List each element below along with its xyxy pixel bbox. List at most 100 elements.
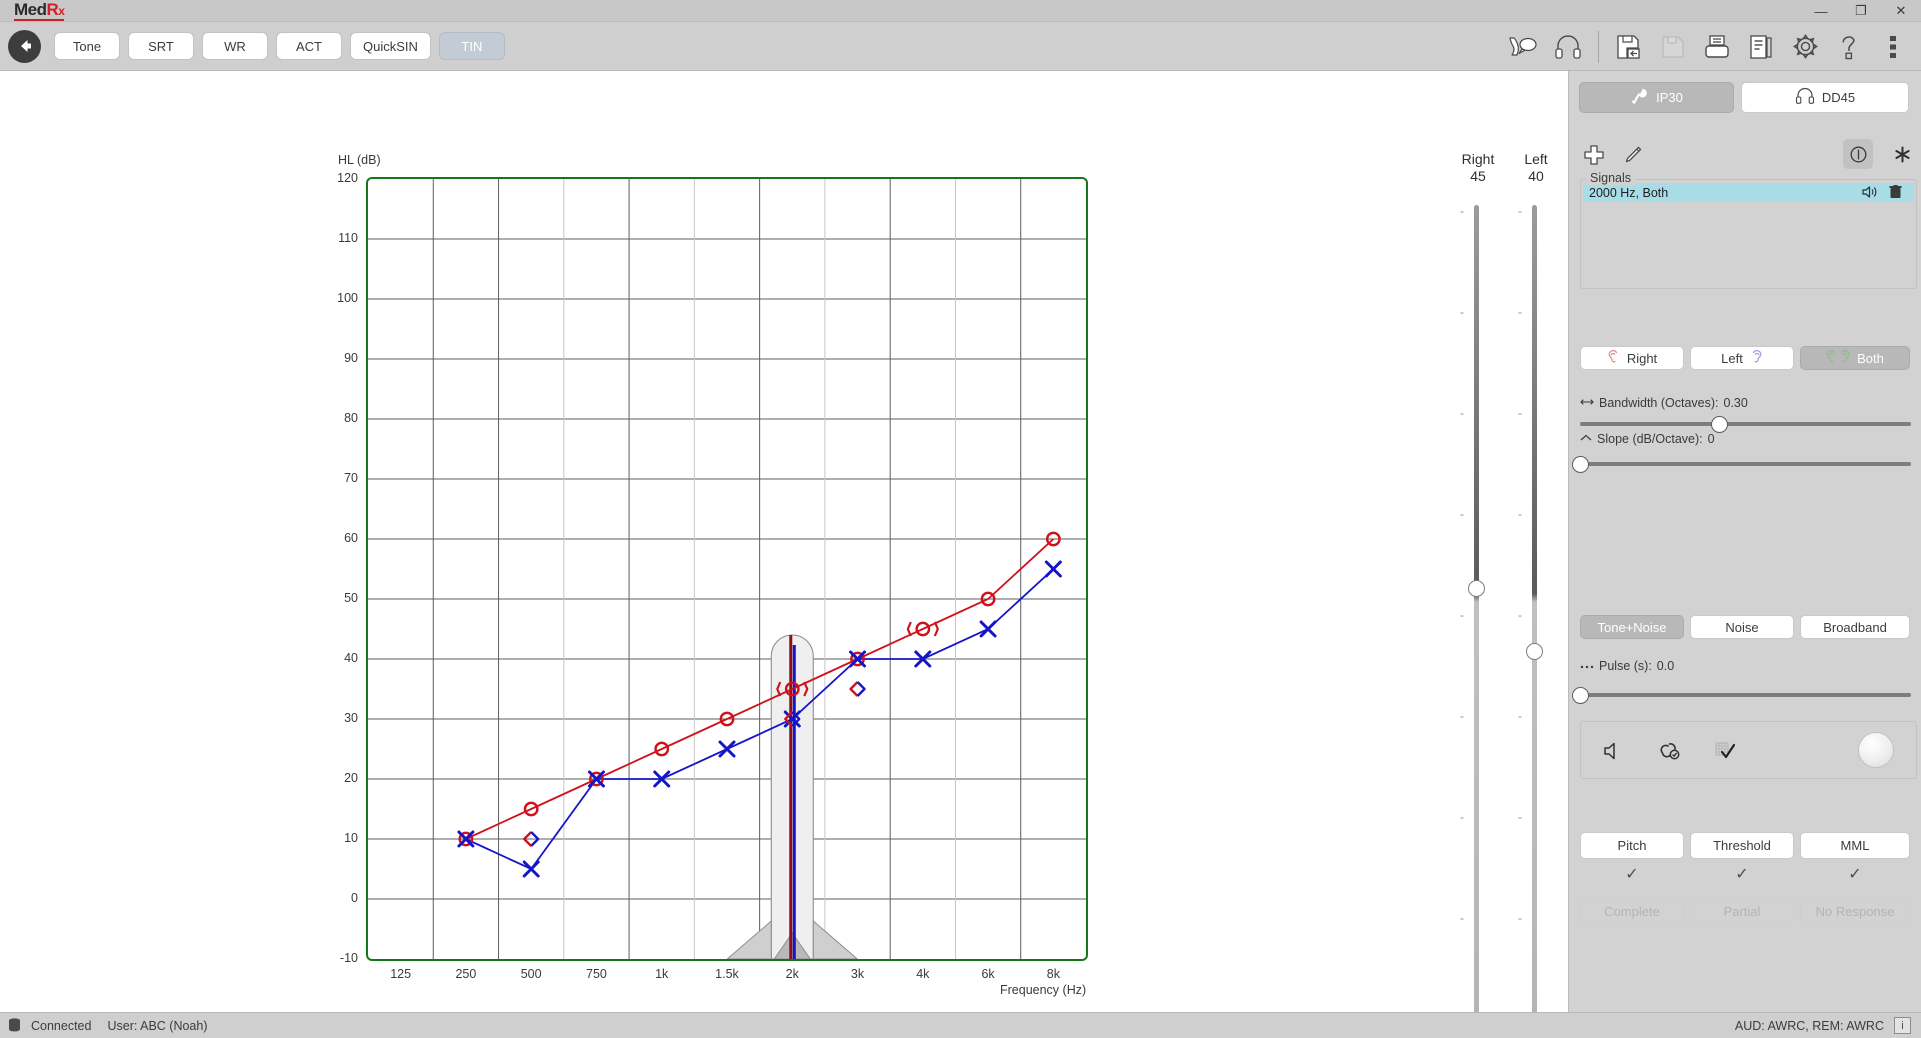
logo-rx: Rx: [47, 1, 65, 21]
data-point[interactable]: [981, 622, 995, 636]
audiogram-plot[interactable]: [366, 177, 1088, 961]
tab-tone[interactable]: Tone: [54, 32, 120, 60]
talk-over-icon[interactable]: [1502, 27, 1546, 67]
info-icon[interactable]: i: [1894, 1017, 1911, 1034]
pulse-label-row: Pulse (s): 0.0: [1580, 659, 1674, 673]
transducer-dd45-button[interactable]: DD45: [1741, 82, 1909, 113]
y-tick-label: 50: [318, 591, 358, 605]
y-tick-label: 60: [318, 531, 358, 545]
ear-right-button[interactable]: Right: [1580, 346, 1684, 370]
help-icon[interactable]: [1827, 27, 1871, 67]
tab-tin[interactable]: TIN: [439, 32, 505, 60]
settings-gear-icon[interactable]: [1783, 27, 1827, 67]
speaker-mute-icon[interactable]: [1599, 736, 1629, 766]
tab-wr[interactable]: WR: [202, 32, 268, 60]
caret-up-icon: [1580, 432, 1592, 446]
pitch-button[interactable]: Pitch: [1580, 832, 1684, 859]
x-tick-label: 500: [506, 967, 556, 981]
maximize-button[interactable]: ❐: [1841, 0, 1881, 22]
ear-both-label: Both: [1857, 351, 1884, 366]
tab-act[interactable]: ACT: [276, 32, 342, 60]
threshold-button[interactable]: Threshold: [1690, 832, 1794, 859]
pencil-icon[interactable]: [1619, 142, 1647, 168]
y-tick-label: 110: [318, 231, 358, 245]
y-tick-label: 10: [318, 831, 358, 845]
level-controls-pane: Right 45 Left 40 -------- --------: [1448, 71, 1568, 1012]
signal-type-tone-noise-button[interactable]: Tone+Noise: [1580, 615, 1684, 639]
data-point[interactable]: [851, 682, 858, 696]
mono-icon[interactable]: [1843, 139, 1873, 169]
tab-srt[interactable]: SRT: [128, 32, 194, 60]
no-response-button: No Response: [1800, 899, 1910, 924]
minimize-button[interactable]: —: [1801, 0, 1841, 22]
headphones-icon[interactable]: [1546, 27, 1590, 67]
y-tick-label: -10: [318, 951, 358, 965]
data-point[interactable]: [858, 682, 865, 696]
signal-list-item[interactable]: 2000 Hz, Both: [1583, 183, 1914, 202]
data-point[interactable]: [1046, 562, 1060, 576]
tab-quicksin[interactable]: QuickSIN: [350, 32, 431, 60]
y-tick-label: 20: [318, 771, 358, 785]
plot-overlay: [368, 179, 1086, 959]
signal-type-broadband-button[interactable]: Broadband: [1800, 615, 1910, 639]
ear-left-button[interactable]: Left: [1690, 346, 1794, 370]
right-level-slider[interactable]: [1474, 205, 1479, 1015]
left-level-knob[interactable]: [1526, 643, 1543, 660]
save-to-file-icon[interactable]: [1607, 27, 1651, 67]
link-check-icon[interactable]: [1655, 736, 1685, 766]
pulse-slider-knob[interactable]: [1572, 687, 1589, 704]
plus-icon[interactable]: [1580, 142, 1608, 168]
slope-label-row: Slope (dB/Octave): 0: [1580, 432, 1715, 446]
more-menu-icon[interactable]: [1871, 27, 1915, 67]
y-tick-label: 30: [318, 711, 358, 725]
x-tick-label: 3k: [833, 967, 883, 981]
left-level-label: Left: [1508, 151, 1564, 167]
left-level-value: 40: [1508, 168, 1564, 184]
back-arrow-icon[interactable]: [8, 30, 41, 63]
bandwidth-slider-knob[interactable]: [1711, 416, 1728, 433]
asterisk-icon[interactable]: [1887, 139, 1917, 169]
speaker-icon[interactable]: [1861, 184, 1878, 203]
bandwidth-slider[interactable]: [1580, 422, 1911, 426]
y-tick-label: 90: [318, 351, 358, 365]
data-point[interactable]: [720, 742, 734, 756]
signals-list[interactable]: 2000 Hz, Both: [1580, 179, 1917, 289]
x-tick-label: 750: [571, 967, 621, 981]
right-level-knob[interactable]: [1468, 580, 1485, 597]
control-panel: IP30 DD45: [1568, 71, 1921, 1012]
slope-label: Slope (dB/Octave):: [1597, 432, 1703, 446]
close-button[interactable]: ✕: [1881, 0, 1921, 22]
left-level-ticks: --------: [1518, 205, 1530, 1013]
complete-button: Complete: [1580, 899, 1684, 924]
toolbar-icons: [1502, 22, 1915, 71]
ear-right-label: Right: [1627, 351, 1657, 366]
slope-slider[interactable]: [1580, 462, 1911, 466]
grid-check-icon[interactable]: [1711, 736, 1741, 766]
pulse-slider[interactable]: [1580, 693, 1911, 697]
mml-button[interactable]: MML: [1800, 832, 1910, 859]
print-icon[interactable]: [1695, 27, 1739, 67]
slope-slider-knob[interactable]: [1572, 456, 1589, 473]
y-tick-label: 70: [318, 471, 358, 485]
left-level-slider[interactable]: [1532, 205, 1537, 1015]
bandwidth-value: 0.30: [1724, 396, 1748, 410]
mml-check-icon: ✓: [1800, 864, 1910, 884]
pulse-label: Pulse (s):: [1599, 659, 1652, 673]
present-knob[interactable]: [1858, 732, 1894, 768]
slope-value: 0: [1708, 432, 1715, 446]
x-tick-label: 8k: [1028, 967, 1078, 981]
x-tick-label: 250: [441, 967, 491, 981]
signal-type-noise-button[interactable]: Noise: [1690, 615, 1794, 639]
transducer-ip30-button[interactable]: IP30: [1579, 82, 1734, 113]
x-tick-label: 6k: [963, 967, 1013, 981]
app-logo: MedRx: [0, 1, 64, 21]
data-point[interactable]: [524, 862, 538, 876]
x-axis-title: Frequency (Hz): [1000, 983, 1086, 997]
report-icon[interactable]: [1739, 27, 1783, 67]
x-tick-label: 125: [376, 967, 426, 981]
trash-icon[interactable]: [1889, 185, 1902, 202]
database-icon: [8, 1018, 21, 1033]
ear-both-button[interactable]: Both: [1800, 346, 1910, 370]
logo-med: Med: [14, 1, 47, 21]
transport-panel: [1580, 721, 1917, 779]
